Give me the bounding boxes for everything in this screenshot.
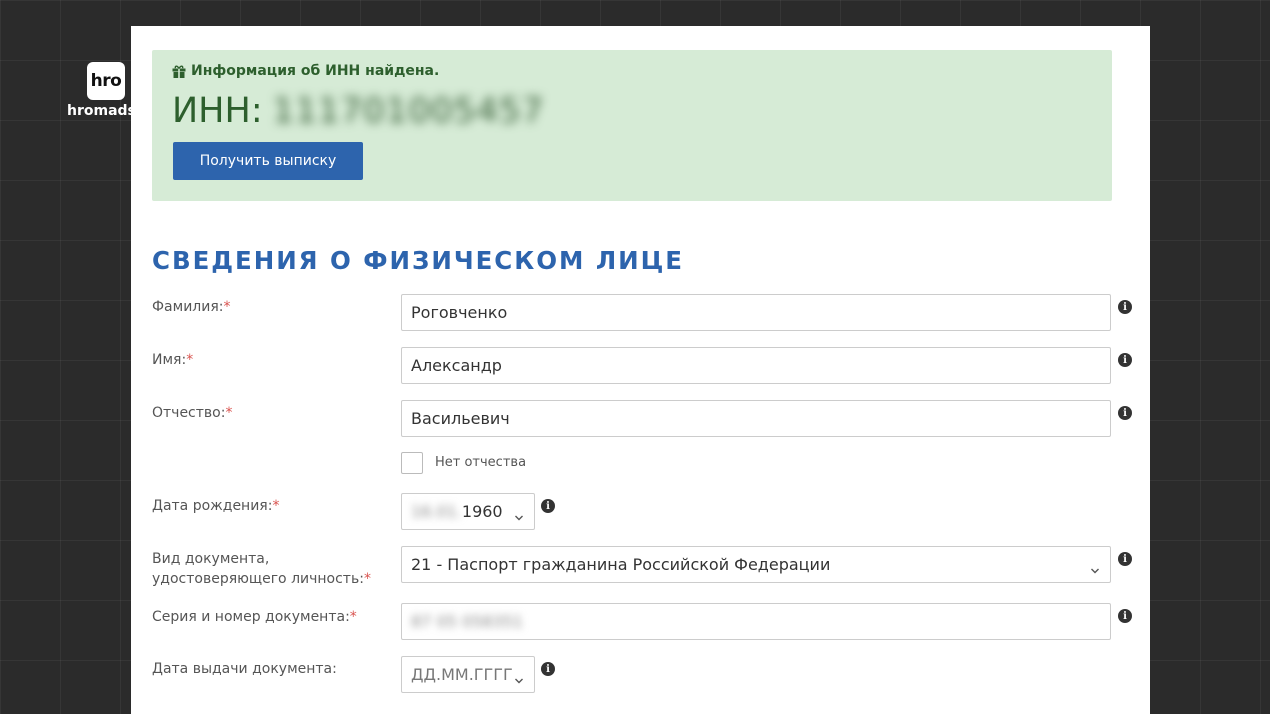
required-mark: * [225, 405, 233, 421]
doc-number-label-text: Серия и номер документа: [152, 609, 350, 625]
doc-type-label-line2: удостоверяющего личность: [152, 571, 364, 587]
info-icon[interactable]: i [1118, 609, 1132, 623]
chevron-down-icon [514, 670, 524, 689]
inn-label: ИНН: [172, 91, 263, 131]
gift-icon [172, 65, 186, 78]
issue-date-placeholder: ДД.ММ.ГГГГ [411, 665, 513, 684]
doc-type-label-line1: Вид документа, [152, 551, 270, 567]
surname-label-text: Фамилия: [152, 299, 224, 315]
name-input[interactable]: Александр [401, 347, 1111, 384]
info-icon[interactable]: i [1118, 406, 1132, 420]
birthdate-label: Дата рождения:* [152, 496, 279, 516]
inn-found-alert: Информация об ИНН найдена. ИНН: 11170100… [152, 50, 1112, 201]
name-value: Александр [411, 356, 502, 375]
doc-number-value: 87 05 058351 [411, 612, 523, 631]
info-icon[interactable]: i [1118, 552, 1132, 566]
surname-value: Роговченко [411, 303, 508, 322]
info-icon[interactable]: i [1118, 353, 1132, 367]
doc-type-select[interactable]: 21 - Паспорт гражданина Российской Федер… [401, 546, 1111, 583]
watermark-caption: hromadske [67, 103, 131, 119]
alert-title: Информация об ИНН найдена. [172, 63, 439, 79]
birthdate-day-month: 16.01. [411, 502, 462, 521]
chevron-down-icon [1090, 560, 1100, 579]
watermark-logo: hro [87, 62, 125, 100]
chevron-down-icon [514, 507, 524, 526]
surname-input[interactable]: Роговченко [401, 294, 1111, 331]
get-extract-button[interactable]: Получить выписку [173, 142, 363, 180]
doc-number-input[interactable]: 87 05 058351 [401, 603, 1111, 640]
info-icon[interactable]: i [541, 662, 555, 676]
inn-value: 111701005457 [272, 91, 545, 131]
required-mark: * [223, 299, 231, 315]
issue-date-label: Дата выдачи документа: [152, 659, 337, 679]
inn-display: ИНН: 111701005457 [172, 91, 544, 131]
doc-number-label: Серия и номер документа:* [152, 607, 357, 627]
info-icon[interactable]: i [1118, 300, 1132, 314]
birthdate-year: 1960 [461, 502, 503, 521]
alert-title-text: Информация об ИНН найдена. [191, 63, 440, 79]
surname-label: Фамилия:* [152, 297, 230, 317]
section-title: СВЕДЕНИЯ О ФИЗИЧЕСКОМ ЛИЦЕ [152, 246, 684, 275]
no-patronymic-checkbox[interactable] [401, 452, 423, 474]
birthdate-label-text: Дата рождения: [152, 498, 273, 514]
doc-type-value: 21 - Паспорт гражданина Российской Федер… [411, 555, 831, 574]
issue-date-label-text: Дата выдачи документа: [152, 661, 337, 677]
doc-type-label: Вид документа, удостоверяющего личность:… [152, 549, 371, 589]
required-mark: * [186, 352, 194, 368]
patronymic-label: Отчество:* [152, 403, 232, 423]
info-icon[interactable]: i [541, 499, 555, 513]
patronymic-label-text: Отчество: [152, 405, 226, 421]
patronymic-value: Васильевич [411, 409, 510, 428]
birthdate-select[interactable]: 16.01. 1960 [401, 493, 535, 530]
patronymic-input[interactable]: Васильевич [401, 400, 1111, 437]
required-mark: * [363, 571, 371, 587]
issue-date-select[interactable]: ДД.ММ.ГГГГ [401, 656, 535, 693]
no-patronymic-label: Нет отчества [435, 455, 527, 470]
name-label-text: Имя: [152, 352, 187, 368]
required-mark: * [349, 609, 357, 625]
required-mark: * [272, 498, 280, 514]
form-panel: Информация об ИНН найдена. ИНН: 11170100… [131, 26, 1150, 714]
name-label: Имя:* [152, 350, 193, 370]
